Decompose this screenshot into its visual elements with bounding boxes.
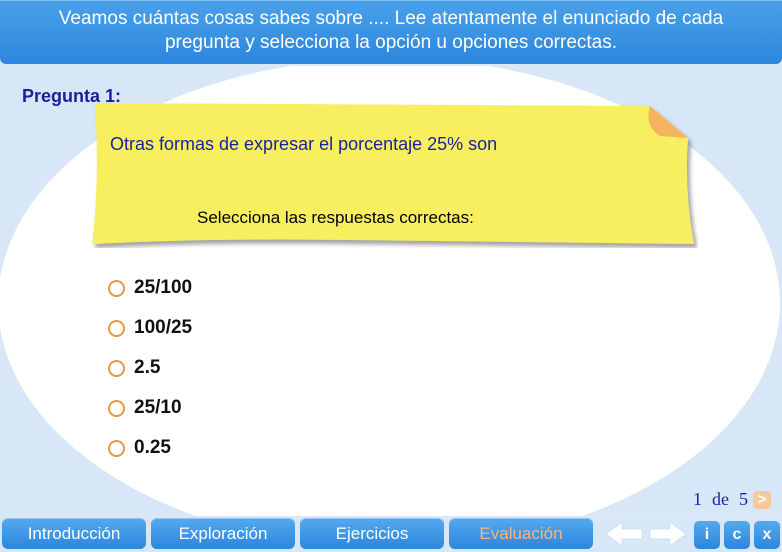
radio-button[interactable]	[108, 319, 125, 337]
option-1[interactable]: 25/100	[108, 268, 192, 308]
info-button[interactable]: i	[694, 521, 720, 549]
option-label: 25/10	[134, 397, 182, 418]
arrow-right-icon[interactable]	[648, 520, 688, 548]
option-label: 25/100	[134, 277, 193, 298]
radio-button[interactable]	[108, 279, 125, 297]
answer-options: 25/100 100/25 2.5 25/10 0.25	[108, 268, 192, 468]
current-page: 1	[693, 489, 702, 509]
exit-button[interactable]: x	[754, 521, 780, 549]
instructions-header: Veamos cuántas cosas sabes sobre .... Le…	[0, 0, 782, 64]
arrow-left-icon[interactable]	[604, 520, 644, 548]
option-2[interactable]: 100/25	[108, 308, 192, 348]
tab-ejercicios[interactable]: Ejercicios	[300, 518, 444, 549]
question-instruction: Selecciona las respuestas correctas:	[197, 208, 474, 227]
question-pager: 1 de 5 >	[693, 489, 771, 510]
option-4[interactable]: 25/10	[108, 388, 192, 428]
instructions-line-1: Veamos cuántas cosas sabes sobre .... Le…	[58, 8, 724, 29]
total-pages: 5	[739, 489, 748, 509]
credits-button[interactable]: c	[724, 521, 750, 549]
option-label: 0.25	[134, 437, 171, 458]
option-label: 2.5	[134, 357, 161, 378]
question-text: Otras formas de expresar el porcentaje 2…	[110, 134, 498, 154]
radio-button[interactable]	[108, 439, 125, 457]
tab-introduccion[interactable]: Introducción	[2, 518, 146, 549]
option-3[interactable]: 2.5	[108, 348, 192, 388]
tab-exploracion[interactable]: Exploración	[151, 518, 295, 549]
next-question-button[interactable]: >	[753, 490, 771, 509]
pager-separator: de	[712, 489, 729, 509]
tab-evaluacion[interactable]: Evaluación	[449, 518, 593, 549]
radio-button[interactable]	[108, 359, 125, 377]
option-label: 100/25	[134, 317, 193, 338]
radio-button[interactable]	[108, 399, 125, 417]
instructions-line-2: pregunta y selecciona la opción u opcion…	[164, 32, 618, 53]
option-5[interactable]: 0.25	[108, 428, 192, 468]
